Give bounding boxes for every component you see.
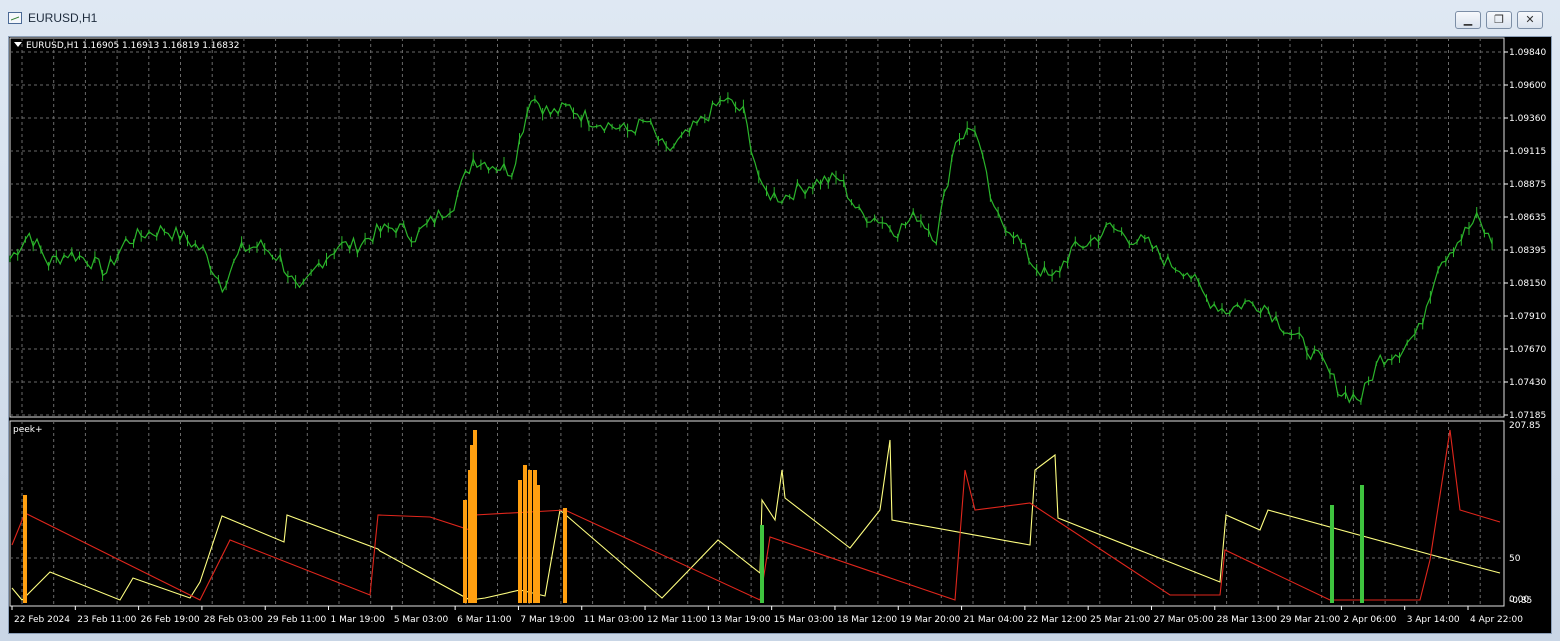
time-label: 1 Mar 19:00	[331, 615, 386, 625]
mt4-chart-window: EURUSD,H1 ▁ ❐ ✕ 1.09840 1.09600 1.09360 1.0…	[0, 0, 1560, 641]
chart-axes: 1.09840 1.09600 1.09360 1.09115 1.08875 1.086…	[11, 48, 1546, 625]
indicator-green-bar	[760, 525, 764, 603]
time-label: 2 Apr 06:00	[1343, 615, 1396, 625]
indicator-orange-bar	[528, 470, 532, 603]
time-label: 7 Mar 19:00	[520, 615, 575, 625]
price-label: 1.07910	[1509, 312, 1546, 322]
indicator-series	[11, 429, 1501, 603]
indicator-green-bar	[1360, 485, 1364, 603]
dropdown-triangle-icon[interactable]	[14, 42, 22, 47]
time-label: 18 Mar 12:00	[837, 615, 897, 625]
price-label: 1.07185	[1509, 411, 1546, 421]
indicator-orange-bar	[563, 508, 567, 603]
price-label: 1.08395	[1509, 246, 1546, 256]
time-label: 3 Apr 14:00	[1407, 615, 1460, 625]
time-label: 15 Mar 03:00	[774, 615, 834, 625]
time-label: 25 Mar 21:00	[1090, 615, 1150, 625]
main-pane-border	[9, 37, 1505, 418]
indicator-scale-label: 50	[1509, 554, 1521, 564]
symbol-ohlc-text: EURUSD,H1 1.16905 1.16913 1.16819 1.1683…	[26, 41, 240, 51]
time-label: 28 Mar 13:00	[1217, 615, 1277, 625]
indicator-orange-bar	[463, 500, 467, 603]
time-label: 19 Mar 20:00	[900, 615, 960, 625]
price-label: 1.08150	[1509, 279, 1546, 289]
indicator-orange-bar	[473, 430, 477, 603]
time-label: 11 Mar 03:00	[584, 615, 644, 625]
indicator-scale-label: -0.85	[1509, 596, 1532, 606]
time-label: 6 Mar 11:00	[457, 615, 512, 625]
indicator-name: peek+	[13, 425, 43, 435]
price-label: 1.07670	[1509, 345, 1546, 355]
indicator-green-bar	[1330, 505, 1334, 603]
indicator-orange-bar	[23, 495, 27, 603]
time-label: 29 Feb 11:00	[267, 615, 326, 625]
time-label: 27 Mar 05:00	[1153, 615, 1213, 625]
time-label: 4 Apr 22:00	[1470, 615, 1523, 625]
price-label: 1.09600	[1509, 81, 1546, 91]
price-label: 1.09840	[1509, 48, 1546, 58]
symbol-header[interactable]: EURUSD,H1 1.16905 1.16913 1.16819 1.1683…	[14, 41, 239, 51]
time-label: 26 Feb 19:00	[141, 615, 200, 625]
indicator-yellow-line	[11, 439, 1501, 601]
time-label: 13 Mar 19:00	[710, 615, 770, 625]
indicator-orange-bar	[536, 485, 540, 603]
price-label: 1.09360	[1509, 114, 1546, 124]
time-label: 22 Feb 2024	[14, 615, 70, 625]
price-label: 1.08635	[1509, 213, 1546, 223]
indicator-orange-bar	[518, 480, 522, 603]
chart-canvas[interactable]: 1.09840 1.09600 1.09360 1.09115 1.08875 1.086…	[0, 0, 1560, 641]
time-label: 22 Mar 12:00	[1027, 615, 1087, 625]
time-label: 12 Mar 11:00	[647, 615, 707, 625]
price-label: 1.07430	[1509, 378, 1546, 388]
price-label: 1.09115	[1509, 147, 1546, 157]
time-label: 29 Mar 21:00	[1280, 615, 1340, 625]
time-label: 5 Mar 03:00	[394, 615, 449, 625]
indicator-red-line	[11, 429, 1501, 601]
time-label: 28 Feb 03:00	[204, 615, 263, 625]
indicator-scale-label: 207.85	[1509, 421, 1541, 431]
time-label: 21 Mar 04:00	[964, 615, 1024, 625]
price-label: 1.08875	[1509, 180, 1546, 190]
indicator-orange-bar	[523, 465, 527, 603]
time-label: 23 Feb 11:00	[77, 615, 136, 625]
